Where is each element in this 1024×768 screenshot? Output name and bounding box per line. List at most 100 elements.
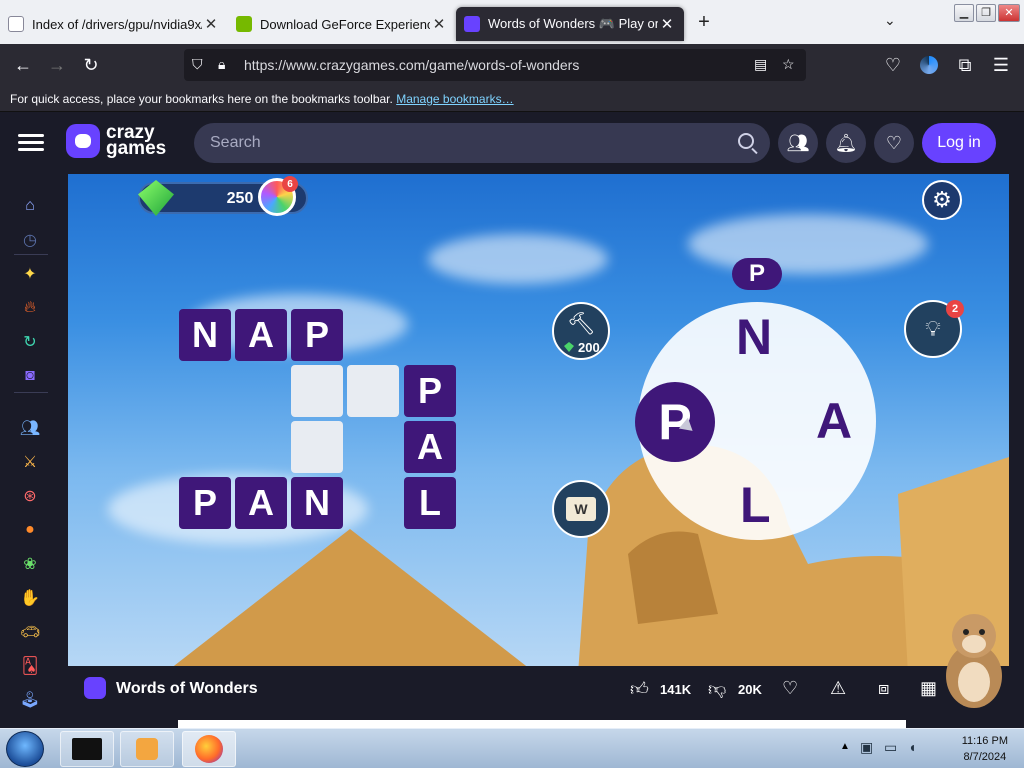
grid-cell: N xyxy=(179,309,231,361)
grid-cell-empty xyxy=(291,421,343,473)
clicker-icon[interactable]: ✋ xyxy=(18,586,42,610)
wheel-letter-p-selected[interactable]: P xyxy=(635,382,715,462)
reload-button[interactable]: ↻ xyxy=(74,48,108,82)
card-icon[interactable]: 🂡 xyxy=(18,654,42,678)
taskbar-app-terminal[interactable] xyxy=(60,731,114,767)
network-icon[interactable]: ▣ xyxy=(860,739,873,756)
category-sidebar: ⌂ ◷ ✦ 🔥︎ ↻ ◙ 👥︎ ⚔ ⊛ ● ❀ ✋ 🚗︎ 🂡 🕹︎ xyxy=(0,174,62,728)
pyramid xyxy=(170,529,530,666)
grid-cell-empty xyxy=(291,365,343,417)
current-word-preview: P xyxy=(732,258,782,290)
tab-title: Index of /drivers/gpu/nvidia9x/ xyxy=(32,16,202,32)
friends-icon[interactable]: 👥︎ xyxy=(778,123,818,163)
game-canvas[interactable]: 250 6 ⚙ N A P P A L P A N 🔨︎ 200 W 💡︎ 2 … xyxy=(68,174,1009,666)
favorites-heart-icon[interactable]: ♡ xyxy=(874,123,914,163)
tab-nvidia-index[interactable]: Index of /drivers/gpu/nvidia9x/ ✕ xyxy=(0,7,228,41)
lightbulb-icon: 💡︎ xyxy=(925,316,941,341)
screen: Index of /drivers/gpu/nvidia9x/ ✕ Downlo… xyxy=(0,0,1024,768)
driving-icon[interactable]: 🚗︎ xyxy=(18,620,42,644)
close-tab-icon[interactable]: ✕ xyxy=(202,15,220,33)
tab-strip: Index of /drivers/gpu/nvidia9x/ ✕ Downlo… xyxy=(0,0,1024,44)
account-icon[interactable] xyxy=(912,48,946,82)
logo-text: crazy games xyxy=(106,122,167,159)
tab-geforce[interactable]: Download GeForce Experience ✕ xyxy=(228,7,456,41)
minimize-button[interactable]: ▁ xyxy=(954,4,974,22)
crazygames-icon xyxy=(464,16,480,32)
word-book-icon: W xyxy=(566,497,596,521)
lock-icon[interactable]: 🔒︎ xyxy=(218,56,225,73)
gem-icon xyxy=(138,180,174,216)
grid-cell: L xyxy=(404,477,456,529)
clock-date: 8/7/2024 xyxy=(963,751,1007,763)
multiplayer-icon[interactable]: 👥︎ xyxy=(18,416,42,440)
media-player-icon xyxy=(136,738,158,760)
tab-words-of-wonders[interactable]: Words of Wonders 🎮 Play on C ✕ xyxy=(456,7,684,41)
reader-view-icon[interactable]: ▤ xyxy=(754,56,767,73)
search-input[interactable]: Search xyxy=(194,123,770,163)
search-placeholder: Search xyxy=(210,134,261,151)
qr-code-icon[interactable]: ▦ xyxy=(920,678,937,699)
forward-button[interactable]: → xyxy=(40,48,74,82)
taskbar-app-media-player[interactable] xyxy=(120,731,174,767)
extensions-icon[interactable]: ⧉ xyxy=(948,48,982,82)
favorite-heart-icon[interactable]: ♡ xyxy=(782,678,798,699)
bookmark-star-icon[interactable]: ☆ xyxy=(782,56,795,73)
wheel-letter-l[interactable]: L xyxy=(740,476,771,534)
firefox-icon xyxy=(195,735,223,763)
new-tab-button[interactable]: + xyxy=(684,11,724,34)
wheel-letter-a[interactable]: A xyxy=(816,392,852,450)
close-tab-icon[interactable]: ✕ xyxy=(658,15,676,33)
settings-gear-icon[interactable]: ⚙ xyxy=(922,180,962,220)
url-text[interactable]: https://www.crazygames.com/game/words-of… xyxy=(244,57,579,73)
recent-icon[interactable]: ◷ xyxy=(18,228,42,252)
menu-icon[interactable]: ☰ xyxy=(984,48,1018,82)
casual-icon[interactable]: ❀ xyxy=(18,552,42,576)
system-tray: ▲ ▣ ▭ ◖ 11:16 PM 8/7/2024 xyxy=(834,729,1024,768)
report-icon[interactable]: ⚠ xyxy=(830,678,846,699)
adventure-icon[interactable]: ⊛ xyxy=(18,484,42,508)
tab-title: Download GeForce Experience xyxy=(260,16,430,32)
close-window-button[interactable]: ✕ xyxy=(998,4,1020,22)
action-icon[interactable]: ⚔ xyxy=(18,450,42,474)
controller-icon[interactable]: 🕹︎ xyxy=(18,688,42,712)
crazygames-small-logo xyxy=(84,677,106,699)
notifications-bell-icon[interactable]: 🔔︎ xyxy=(826,123,866,163)
home-icon[interactable]: ⌂ xyxy=(18,194,42,218)
address-bar[interactable]: ⛉ 🔒︎ https://www.crazygames.com/game/wor… xyxy=(184,49,806,81)
dislike-count: 20K xyxy=(738,682,762,697)
restore-button[interactable]: ❐ xyxy=(976,4,996,22)
new-icon[interactable]: ✦ xyxy=(18,262,42,286)
monitor-icon[interactable]: ▭ xyxy=(884,739,897,756)
list-all-tabs-icon[interactable]: ⌄ xyxy=(884,12,896,29)
thumbs-down-icon[interactable]: 👎︎ xyxy=(708,678,726,700)
bookmarks-hint: For quick access, place your bookmarks h… xyxy=(10,92,393,106)
volume-icon[interactable]: ◖ xyxy=(908,739,916,755)
taskbar-app-firefox[interactable] xyxy=(182,731,236,767)
basketball-icon[interactable]: ● xyxy=(18,518,42,542)
shield-icon[interactable]: ⛉ xyxy=(192,56,203,73)
grid-cell: A xyxy=(235,477,287,529)
page-icon xyxy=(8,16,24,32)
word-book-button[interactable]: W xyxy=(552,480,610,538)
like-count: 141K xyxy=(660,682,692,697)
pocket-icon[interactable]: ♡ xyxy=(876,48,910,82)
clock[interactable]: 11:16 PM 8/7/2024 xyxy=(962,733,1008,765)
back-button[interactable]: ← xyxy=(6,48,40,82)
sidebar-toggle-icon[interactable] xyxy=(18,130,44,154)
crazygames-logo[interactable]: crazy games xyxy=(66,122,167,159)
game-title: Words of Wonders xyxy=(116,680,258,697)
close-tab-icon[interactable]: ✕ xyxy=(430,15,448,33)
show-hidden-icons[interactable]: ▲ xyxy=(840,741,850,752)
manage-bookmarks-link[interactable]: Manage bookmarks… xyxy=(396,92,513,106)
embed-icon[interactable]: ⧈ xyxy=(878,678,889,699)
thumbs-up-icon[interactable]: 👍︎ xyxy=(630,678,649,700)
start-button[interactable] xyxy=(6,731,44,767)
originals-icon[interactable]: ◙ xyxy=(18,364,42,388)
grid-cell: P xyxy=(179,477,231,529)
updated-icon[interactable]: ↻ xyxy=(18,330,42,354)
wheel-letter-n[interactable]: N xyxy=(736,308,772,366)
trending-icon[interactable]: 🔥︎ xyxy=(18,296,42,320)
login-button[interactable]: Log in xyxy=(922,123,996,163)
navigation-toolbar: ← → ↻ ⛉ 🔒︎ https://www.crazygames.com/ga… xyxy=(0,44,1024,86)
search-icon[interactable] xyxy=(738,133,754,149)
